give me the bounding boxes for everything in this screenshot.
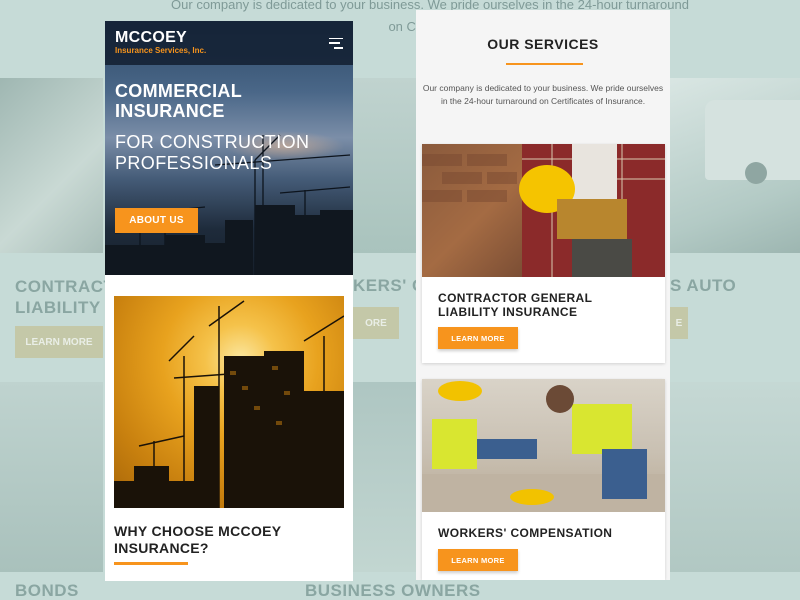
background-learn-more-button-mid: ORE bbox=[353, 307, 399, 339]
logo[interactable]: MCCOEY Insurance Services, Inc. bbox=[115, 30, 206, 56]
logo-tagline: Insurance Services, Inc. bbox=[115, 46, 207, 55]
card-title-general-liability: CONTRACTOR GENERAL LIABILITY INSURANCE bbox=[438, 291, 593, 319]
about-us-button[interactable]: ABOUT US bbox=[115, 208, 198, 233]
background-learn-more-button-right: E bbox=[670, 307, 688, 339]
contractor-worker-image bbox=[422, 144, 665, 277]
construction-sunset-image bbox=[114, 296, 344, 508]
hero-section: MCCOEY Insurance Services, Inc. COMMERCI… bbox=[105, 21, 353, 275]
heading-underline bbox=[114, 562, 188, 565]
hero-title: COMMERCIAL INSURANCE bbox=[115, 81, 242, 121]
background-heading-auto: S AUTO bbox=[670, 276, 737, 295]
navbar: MCCOEY Insurance Services, Inc. bbox=[105, 21, 353, 65]
logo-wordmark: MCCOEY bbox=[115, 29, 188, 46]
card-title-workers-compensation: WORKERS' COMPENSATION bbox=[438, 526, 613, 540]
background-heading-business-owners: BUSINESS OWNERS bbox=[305, 581, 481, 600]
service-card-workers-compensation: WORKERS' COMPENSATION LEARN MORE bbox=[422, 379, 665, 580]
services-description: Our company is dedicated to your busines… bbox=[422, 83, 664, 106]
services-title: OUR SERVICES bbox=[487, 36, 599, 52]
hamburger-menu-icon[interactable] bbox=[329, 37, 343, 49]
service-card-general-liability: CONTRACTOR GENERAL LIABILITY INSURANCE L… bbox=[422, 144, 665, 363]
mobile-home-screen: MCCOEY Insurance Services, Inc. COMMERCI… bbox=[105, 21, 353, 581]
why-choose-heading: WHY CHOOSE MCCOEY INSURANCE? bbox=[114, 523, 282, 556]
background-learn-more-button: LEARN MORE bbox=[15, 326, 103, 358]
background-image-workers bbox=[353, 78, 423, 253]
services-title-underline bbox=[506, 63, 583, 65]
mobile-services-screen: OUR SERVICES Our company is dedicated to… bbox=[416, 10, 670, 580]
background-van-image bbox=[705, 100, 800, 184]
learn-more-general-liability-button[interactable]: LEARN MORE bbox=[438, 327, 518, 349]
learn-more-workers-compensation-button[interactable]: LEARN MORE bbox=[438, 549, 518, 571]
background-heading-bonds: BONDS bbox=[15, 581, 79, 600]
background-image-contractor bbox=[0, 78, 103, 253]
hero-subtitle: FOR CONSTRUCTION PROFESSIONALS bbox=[115, 132, 310, 173]
injured-workers-image bbox=[422, 379, 665, 512]
